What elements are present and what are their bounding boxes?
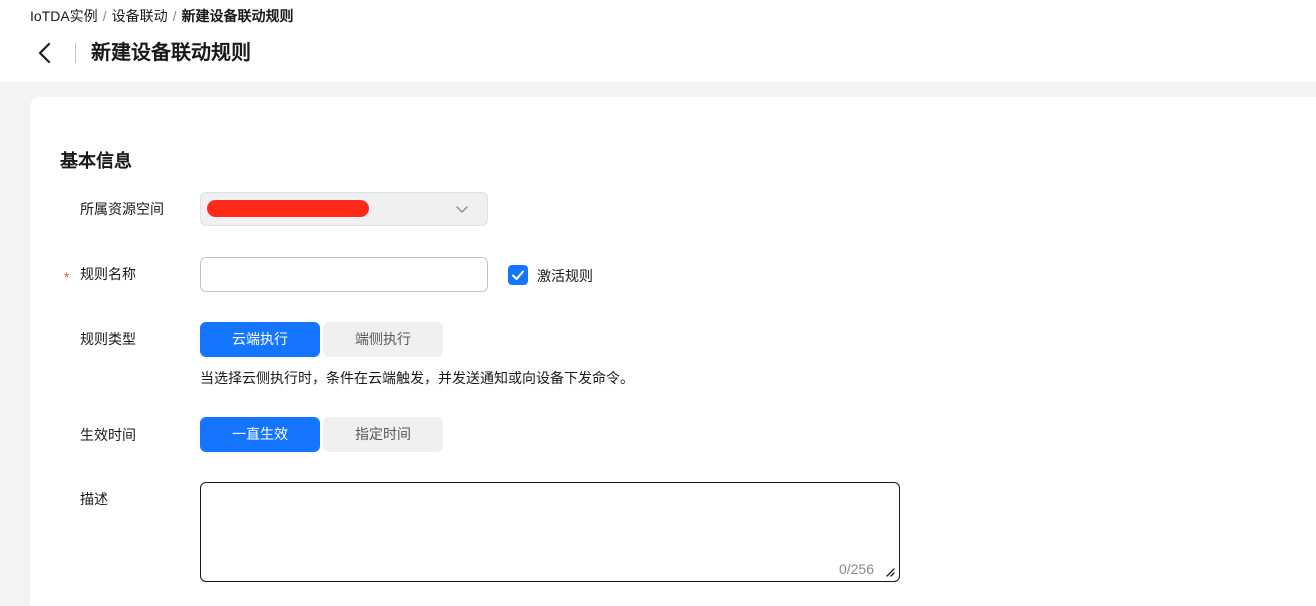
- activate-rule-checkbox[interactable]: [508, 265, 528, 285]
- resource-space-select[interactable]: [200, 192, 488, 226]
- page-title: 新建设备联动规则: [91, 42, 251, 64]
- back-button[interactable]: [34, 40, 56, 66]
- description-field: 0/256: [200, 482, 900, 582]
- rule-type-cloud-button[interactable]: 云端执行: [200, 322, 320, 357]
- breadcrumb-separator: /: [172, 8, 177, 24]
- page-header: IoTDA实例 / 设备联动 / 新建设备联动规则 新建设备联动规则: [0, 0, 1316, 82]
- breadcrumb: IoTDA实例 / 设备联动 / 新建设备联动规则: [30, 8, 293, 25]
- resize-handle-icon[interactable]: [885, 567, 895, 577]
- effective-time-always-button[interactable]: 一直生效: [200, 417, 320, 452]
- description-counter: 0/256: [838, 561, 874, 577]
- resource-space-label: 所属资源空间: [80, 201, 164, 217]
- rule-type-label: 规则类型: [80, 331, 136, 347]
- breadcrumb-item-current: 新建设备联动规则: [181, 8, 294, 24]
- breadcrumb-separator: /: [102, 8, 107, 24]
- required-mark: *: [64, 269, 70, 285]
- section-title-basic-info: 基本信息: [60, 151, 132, 171]
- redaction-mark: [207, 200, 369, 217]
- title-divider: [75, 43, 76, 63]
- rule-type-hint: 当选择云侧执行时，条件在云端触发，并发送通知或向设备下发命令。: [200, 370, 634, 386]
- rule-name-label: 规则名称: [80, 266, 136, 282]
- description-label: 描述: [80, 491, 108, 507]
- rule-name-input[interactable]: [200, 257, 488, 292]
- chevron-down-icon: [456, 206, 468, 213]
- effective-time-specified-button[interactable]: 指定时间: [323, 417, 443, 452]
- description-textarea[interactable]: [201, 483, 899, 581]
- breadcrumb-item-device-linkage[interactable]: 设备联动: [112, 8, 168, 25]
- rule-type-edge-button[interactable]: 端侧执行: [323, 322, 443, 357]
- checkmark-icon: [512, 270, 524, 280]
- breadcrumb-item-iotda[interactable]: IoTDA实例: [30, 8, 98, 25]
- effective-time-label: 生效时间: [80, 427, 136, 443]
- activate-rule-label[interactable]: 激活规则: [537, 267, 593, 285]
- chevron-left-icon: [38, 42, 51, 64]
